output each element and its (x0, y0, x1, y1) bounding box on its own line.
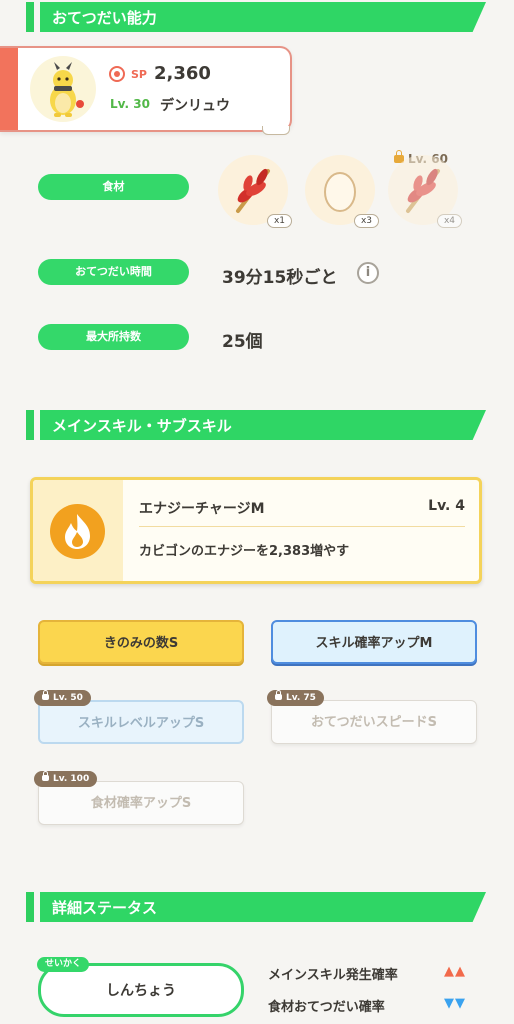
main-skill-level: Lv. 4 (428, 498, 465, 514)
lock-level: Lv. 75 (286, 693, 316, 703)
sub-skill-lock-tag: Lv. 50 (34, 690, 91, 706)
sub-skill-lock-tag: Lv. 75 (267, 690, 324, 706)
info-icon[interactable]: i (357, 262, 379, 284)
card-accent (0, 48, 18, 130)
lock-icon (42, 690, 49, 700)
section-title: おてつだい能力 (52, 9, 157, 27)
main-skill-name: エナジーチャージM (139, 501, 265, 517)
ingredient-slot-2[interactable]: x3 (305, 155, 379, 228)
help-time-label: おてつだい時間 (38, 259, 189, 285)
nature-tag: せいかく (37, 957, 90, 972)
sub-skill-1[interactable]: きのみの数S (38, 620, 244, 664)
main-skill-card[interactable]: エナジーチャージM Lv. 4 カビゴンのエナジーを2,383増やす (30, 477, 482, 584)
nature-name: しんちょう (106, 983, 176, 999)
ingredient-slot-3[interactable]: x4 (388, 155, 462, 228)
sub-skill-4[interactable]: おてつだいスピードS (271, 700, 477, 744)
sub-skill-3[interactable]: スキルレベルアップS (38, 700, 244, 744)
lock-icon (42, 771, 49, 781)
main-skill-description: カビゴンのエナジーを2,383増やす (139, 544, 350, 559)
ingredients-label: 食材 (38, 174, 189, 200)
ingredient-qty: x1 (266, 214, 292, 228)
sub-skill-5[interactable]: 食材確率アップS (38, 781, 244, 825)
sp-value: 2,360 (154, 63, 211, 84)
sp-label: SP (131, 68, 147, 81)
pokeball-icon (109, 66, 125, 82)
lock-level: Lv. 50 (53, 693, 83, 703)
ingredient-qty: x4 (436, 214, 462, 228)
sub-skill-lock-tag: Lv. 100 (34, 771, 98, 787)
section-title: 詳細ステータス (52, 899, 158, 917)
skill-icon-panel (33, 480, 123, 581)
section-accent (26, 2, 34, 32)
pokemon-level: Lv. 30 (110, 97, 150, 111)
down-arrows-icon: ▼▼ (444, 996, 466, 1011)
lock-level: Lv. 100 (53, 774, 90, 784)
pokemon-portrait (30, 56, 96, 122)
section-header-help: おてつだい能力 (26, 2, 486, 32)
pokemon-card[interactable]: SP 2,360 Lv. 30 デンリュウ (0, 46, 292, 132)
lock-icon (275, 690, 282, 700)
section-title: メインスキル・サブスキル (52, 417, 232, 435)
ingredient-slot-1[interactable]: x1 (218, 155, 292, 228)
ampharos-icon (50, 62, 84, 117)
flame-icon (50, 504, 105, 559)
pokemon-name: デンリュウ (160, 98, 230, 114)
nature-down-effect: 食材おてつだい確率 (268, 1000, 385, 1015)
max-carry-label: 最大所持数 (38, 324, 189, 350)
max-carry-value: 25個 (222, 332, 263, 352)
up-arrows-icon: ▲▲ (444, 964, 466, 979)
card-tab-handle (262, 126, 290, 135)
section-accent (26, 892, 34, 922)
ingredient-qty: x3 (353, 214, 379, 228)
nature-up-effect: メインスキル発生確率 (268, 968, 398, 983)
help-time-value: 39分15秒ごと (222, 268, 338, 288)
section-accent (26, 410, 34, 440)
section-header-skills: メインスキル・サブスキル (26, 410, 486, 440)
section-header-details: 詳細ステータス (26, 892, 486, 922)
sub-skill-2[interactable]: スキル確率アップM (271, 620, 477, 664)
skill-divider (139, 526, 465, 527)
